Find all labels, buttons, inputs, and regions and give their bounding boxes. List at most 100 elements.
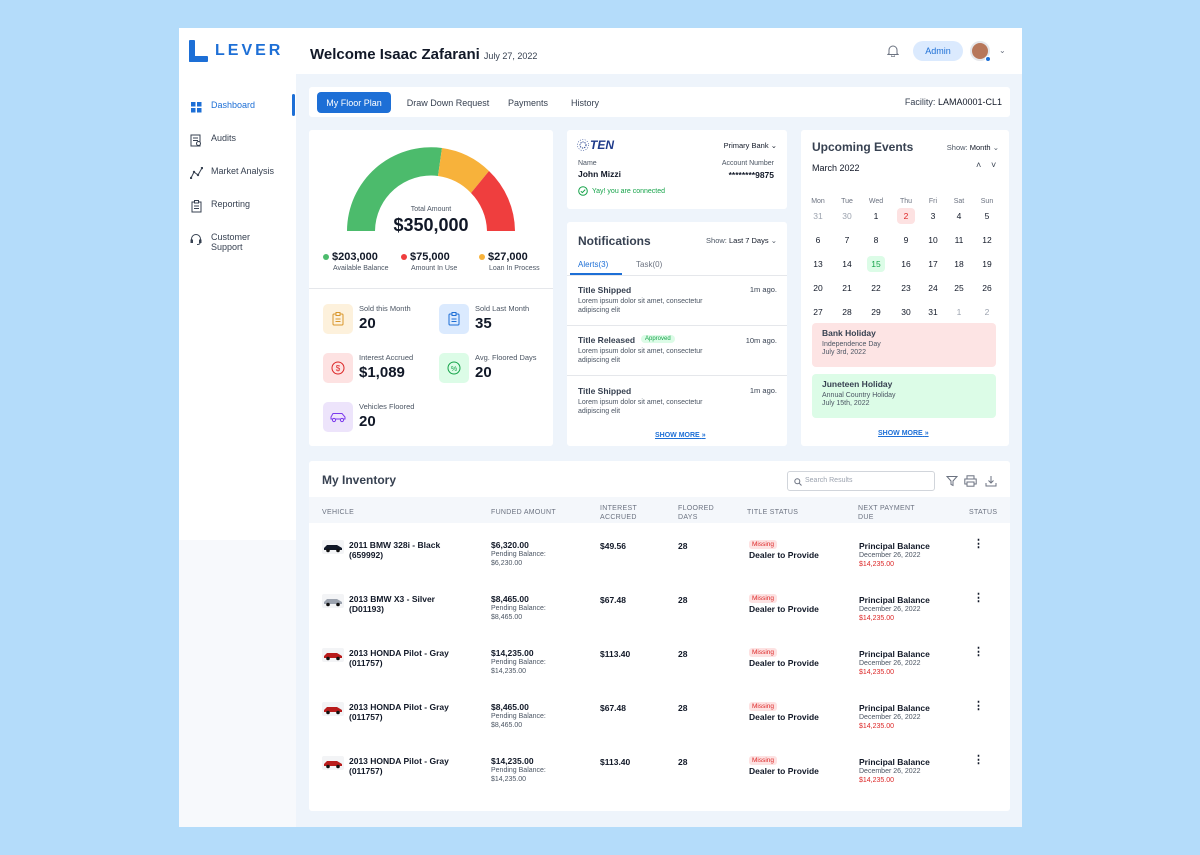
yellow-dot-icon: [479, 254, 485, 261]
chevron-down-icon[interactable]: ⌄: [999, 46, 1006, 55]
event-subtitle: Independence Day: [822, 341, 881, 348]
sidebar-item-audits[interactable]: Audits: [189, 133, 289, 147]
row-actions-kebab-icon[interactable]: ⋮: [973, 591, 984, 604]
calendar-day[interactable]: 30: [897, 304, 915, 320]
calendar-day[interactable]: 17: [924, 256, 942, 272]
sidebar-item-customer-support[interactable]: Customer Support: [189, 232, 289, 252]
sidebar-item-dashboard[interactable]: Dashboard: [189, 100, 289, 114]
chevron-down-icon[interactable]: ˅: [991, 160, 996, 170]
calendar-day[interactable]: 31: [924, 304, 942, 320]
missing-badge: Missing: [749, 756, 778, 765]
calendar-day[interactable]: 16: [897, 256, 915, 272]
row-actions-kebab-icon[interactable]: ⋮: [973, 699, 984, 712]
calendar-day[interactable]: 25: [950, 280, 968, 296]
calendar-day[interactable]: 28: [838, 304, 856, 320]
calendar-day[interactable]: 7: [838, 232, 856, 248]
vehicle-name[interactable]: 2013 HONDA Pilot - Gray (011757): [349, 648, 469, 668]
notifications-show-more-link[interactable]: SHOW MORE »: [655, 432, 706, 439]
calendar-day[interactable]: 2: [978, 304, 996, 320]
calendar-day[interactable]: 9: [897, 232, 915, 248]
stat-interest-accrued: $ Interest Accrued $1,089: [323, 353, 413, 383]
table-row[interactable]: 2011 BMW 328i - Black (659992) $6,320.00 P…: [309, 527, 1010, 581]
calendar-day[interactable]: 11: [950, 232, 968, 248]
calendar-day[interactable]: 12: [978, 232, 996, 248]
vehicle-name[interactable]: 2013 HONDA Pilot - Gray (011757): [349, 702, 469, 722]
vehicle-name[interactable]: 2013 BMW X3 - Silver (D01193): [349, 594, 469, 614]
table-row[interactable]: 2013 BMW X3 - Silver (D01193) $8,465.00 Pe…: [309, 581, 1010, 635]
calendar-day[interactable]: 3: [924, 208, 942, 224]
row-actions-kebab-icon[interactable]: ⋮: [973, 753, 984, 766]
tab-my-floor-plan[interactable]: My Floor Plan: [317, 92, 391, 113]
tab-draw-down-request[interactable]: Draw Down Request: [401, 92, 495, 113]
filter-icon[interactable]: [946, 475, 958, 487]
calendar-day[interactable]: 31: [809, 208, 827, 224]
calendar-day[interactable]: 4: [950, 208, 968, 224]
row-actions-kebab-icon[interactable]: ⋮: [973, 645, 984, 658]
calendar-day[interactable]: 1: [867, 208, 885, 224]
events-show-more-link[interactable]: SHOW MORE »: [878, 430, 929, 437]
calendar-day[interactable]: 24: [924, 280, 942, 296]
primary-bank-select[interactable]: Primary Bank ⌄: [724, 141, 777, 150]
notification-time: 1m ago.: [749, 386, 777, 395]
weekday-label: Sat: [953, 198, 965, 205]
divider: [309, 288, 553, 289]
tab-alerts[interactable]: Alerts(3): [578, 260, 608, 269]
calendar-day[interactable]: 19: [978, 256, 996, 272]
double-chevron-down-icon: »: [924, 430, 929, 437]
stat-value: 35: [475, 315, 492, 332]
vehicle-name[interactable]: 2013 HONDA Pilot - Gray (011757): [349, 756, 469, 776]
column-header-status: STATUS: [969, 509, 998, 516]
event-date: July 15th, 2022: [822, 400, 870, 407]
download-icon[interactable]: [985, 475, 997, 487]
table-row[interactable]: 2013 HONDA Pilot - Gray (011757) $14,235.…: [309, 743, 1010, 797]
calendar-day[interactable]: 14: [838, 256, 856, 272]
logo[interactable]: LEVER: [189, 40, 283, 62]
column-header-vehicle: VEHICLE: [322, 509, 355, 516]
notifications-filter[interactable]: Show: Last 7 Days ⌄: [706, 236, 777, 245]
vehicle-name[interactable]: 2011 BMW 328i - Black (659992): [349, 540, 469, 560]
event-bank-holiday[interactable]: Bank Holiday Independence Day July 3rd, …: [812, 323, 996, 367]
table-row[interactable]: 2013 HONDA Pilot - Gray (011757) $14,235.…: [309, 635, 1010, 689]
calendar-day[interactable]: 30: [838, 208, 856, 224]
calendar-day[interactable]: 1: [950, 304, 968, 320]
calendar-day[interactable]: 10: [924, 232, 942, 248]
header-date: July 27, 2022: [483, 51, 538, 61]
event-juneteen-holiday[interactable]: Juneteen Holiday Annual Country Holiday …: [812, 374, 996, 418]
bell-icon[interactable]: [886, 44, 900, 62]
pending-balance-value: $8,465.00: [491, 614, 523, 621]
notification-item[interactable]: Title Shipped 1m ago. Lorem ipsum dolor …: [567, 375, 787, 425]
calendar-day[interactable]: 5: [978, 208, 996, 224]
row-actions-kebab-icon[interactable]: ⋮: [973, 537, 984, 550]
calendar-day[interactable]: 23: [897, 280, 915, 296]
notification-body: Lorem ipsum dolor sit amet, consectetur …: [578, 348, 703, 364]
search-input[interactable]: Search Results: [787, 471, 935, 491]
calendar-day[interactable]: 27: [809, 304, 827, 320]
notification-item[interactable]: Title Released Approved 10m ago. Lorem i…: [567, 325, 787, 375]
calendar-day[interactable]: 15: [867, 256, 885, 272]
chevron-up-icon[interactable]: ˄: [976, 160, 981, 170]
tab-payments[interactable]: Payments: [505, 92, 551, 113]
calendar-day[interactable]: 13: [809, 256, 827, 272]
notification-item[interactable]: Title Shipped 1m ago. Lorem ipsum dolor …: [567, 275, 787, 325]
calendar-day[interactable]: 20: [809, 280, 827, 296]
tab-history[interactable]: History: [565, 92, 605, 113]
sidebar-item-reporting[interactable]: Reporting: [189, 199, 289, 213]
calendar-day[interactable]: 18: [950, 256, 968, 272]
events-filter[interactable]: Show: Month ⌄: [947, 143, 999, 152]
bank-logo: TEN: [577, 138, 614, 152]
facility-info: Facility: LAMA0001-CL1: [905, 97, 1002, 107]
calendar-day[interactable]: 8: [867, 232, 885, 248]
calendar-day[interactable]: 21: [838, 280, 856, 296]
calendar-day[interactable]: 2: [897, 208, 915, 224]
sidebar-item-market-analysis[interactable]: Market Analysis: [189, 166, 289, 180]
print-icon[interactable]: [964, 475, 977, 487]
calendar-day[interactable]: 6: [809, 232, 827, 248]
calendar-day[interactable]: 26: [978, 280, 996, 296]
tab-tasks[interactable]: Task(0): [636, 260, 662, 269]
calendar-day[interactable]: 22: [867, 280, 885, 296]
car-image-icon: [324, 599, 342, 607]
table-row[interactable]: 2013 HONDA Pilot - Gray (011757) $8,465.0…: [309, 689, 1010, 743]
admin-button[interactable]: Admin: [913, 41, 963, 61]
calendar-day[interactable]: 29: [867, 304, 885, 320]
pending-balance-label: Pending Balance:: [491, 605, 546, 612]
